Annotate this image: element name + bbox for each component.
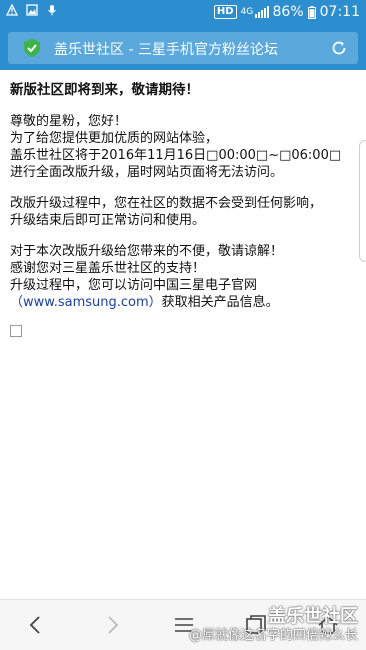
microphone-icon <box>48 5 56 16</box>
link-open-paren: （ <box>10 295 24 310</box>
text-line: 进行全面改版升级，届时网站页面将无法访问。 <box>10 165 284 180</box>
text-line: 为了给您提供更加优质的网站体验， <box>10 131 219 146</box>
notice-paragraph-data: 改版升级过程中，您在社区的数据不会受到任何影响， 升级结束后即可正常访问和使用。 <box>10 195 350 229</box>
page-title: 盖乐世社区 - 三星手机官方粉丝论坛 <box>54 42 278 58</box>
samsung-link[interactable]: www.samsung.com <box>23 295 149 310</box>
watermark: 盖乐世社区 @屌就像这名字的四倍辣么长 <box>189 606 358 644</box>
reload-icon[interactable] <box>330 39 348 57</box>
watermark-username: @屌就像这名字的四倍辣么长 <box>188 628 358 643</box>
text-line: 改版升级过程中，您在社区的数据不会受到任何影响， <box>10 196 323 211</box>
network-type-label: 4G <box>240 6 254 17</box>
forward-icon[interactable] <box>100 613 124 637</box>
text-line: （www.samsung.com）获取相关产品信息。 <box>10 294 350 311</box>
text-line: 升级过程中，您可以访问中国三星电子官网 <box>10 278 258 293</box>
back-icon[interactable] <box>24 613 48 637</box>
notice-paragraph-apology: 对于本次改版升级给您带来的不便，敬请谅解！ 感谢您对三星盖乐世社区的支持！ 升级… <box>10 243 350 311</box>
text-line: 尊敬的星粉，您好！ <box>10 114 128 129</box>
notice-paragraph-greeting: 尊敬的星粉，您好！ 为了给您提供更加优质的网站体验， 盖乐世社区将于2016年1… <box>10 113 350 181</box>
placeholder-image-box <box>10 325 22 337</box>
battery-percentage: 86% <box>272 4 304 20</box>
clock: 07:11 <box>319 4 360 20</box>
link-close-paren: ） <box>148 295 162 310</box>
notice-content: 新版社区即将到来，敬请期待！ 尊敬的星粉，您好！ 为了给您提供更加优质的网站体验… <box>10 82 350 337</box>
text-line: 盖乐世社区将于2016年11月16日□00:00□~□06:00□ <box>10 148 342 163</box>
notice-headline: 新版社区即将到来，敬请期待！ <box>10 82 199 98</box>
text-line: 对于本次改版升级给您带来的不便，敬请谅解！ <box>10 244 284 259</box>
watermark-logo: 盖乐世社区 <box>268 606 358 627</box>
text-line: 感谢您对三星盖乐世社区的支持！ <box>10 261 206 276</box>
text-line: 升级结束后即可正常访问和使用。 <box>10 213 206 228</box>
hd-voice-badge: HD <box>213 5 237 19</box>
url-field[interactable]: 盖乐世社区 - 三星手机官方粉丝论坛 <box>8 32 358 64</box>
battery-icon <box>307 5 316 19</box>
notification-icon <box>6 4 18 16</box>
gallery-icon <box>26 4 38 16</box>
status-bar: HD 4G 86% 07:11 <box>0 0 366 26</box>
secure-shield-icon <box>24 39 40 57</box>
link-suffix-text: 获取相关产品信息。 <box>161 295 279 310</box>
scroll-edge-handle[interactable] <box>359 140 366 262</box>
browser-address-bar: 盖乐世社区 - 三星手机官方粉丝论坛 <box>0 26 366 70</box>
signal-icon <box>254 6 269 18</box>
